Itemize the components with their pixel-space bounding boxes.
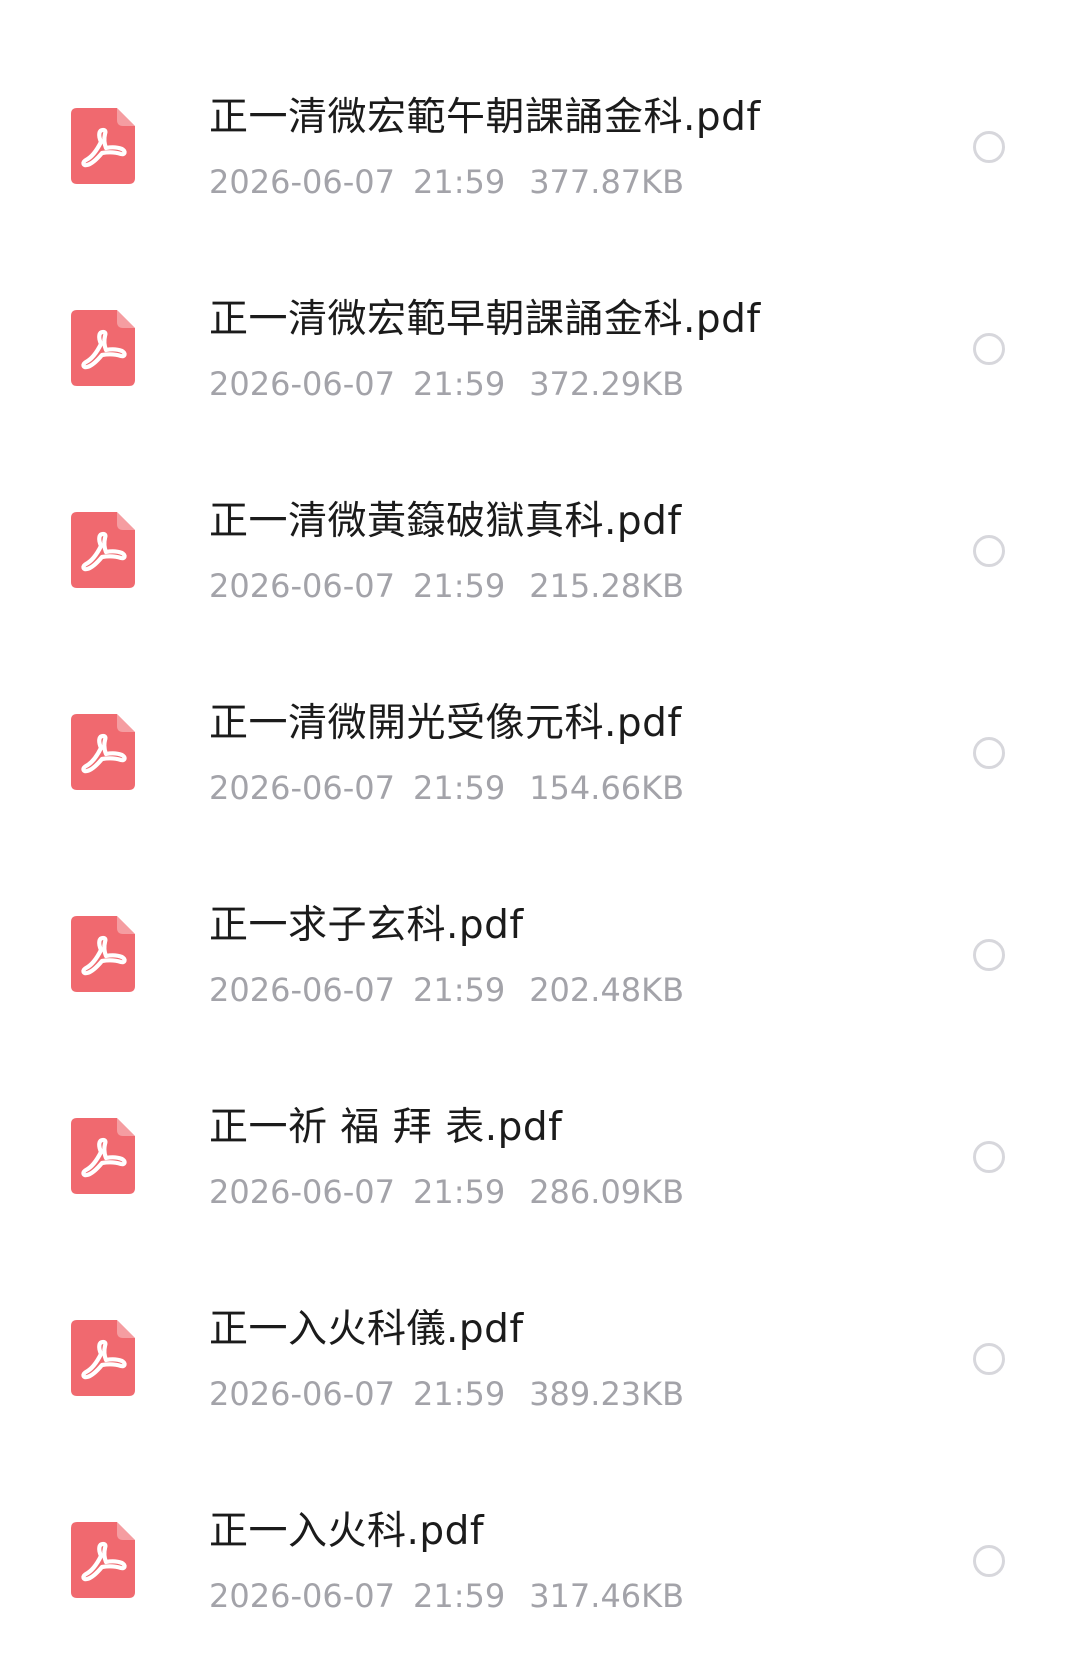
file-meta: 2026-06-07 21:59 154.66KB	[209, 768, 684, 808]
select-radio[interactable]	[973, 1343, 1005, 1375]
file-time: 21:59	[412, 769, 506, 807]
pdf-icon	[71, 916, 135, 992]
pdf-icon	[71, 1320, 135, 1396]
file-size: 215.28KB	[529, 567, 685, 605]
file-row[interactable]: 正一清微宏範午朝課誦金科.pdf 2026-06-07 21:59 377.87KB	[0, 44, 1080, 246]
file-date: 2026-06-07	[209, 971, 395, 1009]
file-size: 286.09KB	[529, 1173, 685, 1211]
file-size: 377.87KB	[529, 163, 685, 201]
file-time: 21:59	[412, 163, 506, 201]
file-meta: 2026-06-07 21:59 286.09KB	[209, 1172, 684, 1212]
file-name: 正一求子玄科.pdf	[209, 903, 524, 948]
file-name: 正一入火科.pdf	[209, 1509, 485, 1554]
file-row[interactable]: 正一清微開光受像元科.pdf 2026-06-07 21:59 154.66KB	[0, 650, 1080, 852]
file-size: 154.66KB	[529, 769, 685, 807]
file-row[interactable]: 正一清微黃籙破獄真科.pdf 2026-06-07 21:59 215.28KB	[0, 448, 1080, 650]
select-radio[interactable]	[973, 333, 1005, 365]
pdf-icon	[71, 512, 135, 588]
file-meta: 2026-06-07 21:59 317.46KB	[209, 1576, 684, 1616]
file-date: 2026-06-07	[209, 769, 395, 807]
file-date: 2026-06-07	[209, 365, 395, 403]
select-radio[interactable]	[973, 535, 1005, 567]
file-date: 2026-06-07	[209, 567, 395, 605]
file-row[interactable]: 正一清微宏範早朝課誦金科.pdf 2026-06-07 21:59 372.29KB	[0, 246, 1080, 448]
file-date: 2026-06-07	[209, 1577, 395, 1615]
file-name: 正一入火科儀.pdf	[209, 1307, 524, 1352]
file-name: 正一清微開光受像元科.pdf	[209, 701, 682, 746]
pdf-icon	[71, 714, 135, 790]
file-date: 2026-06-07	[209, 1173, 395, 1211]
file-meta: 2026-06-07 21:59 377.87KB	[209, 162, 684, 202]
select-radio[interactable]	[973, 131, 1005, 163]
file-meta: 2026-06-07 21:59 202.48KB	[209, 970, 684, 1010]
file-name: 正一祈 福 拜 表.pdf	[209, 1105, 563, 1150]
file-name: 正一清微宏範午朝課誦金科.pdf	[209, 95, 761, 140]
file-time: 21:59	[412, 365, 506, 403]
file-meta: 2026-06-07 21:59 389.23KB	[209, 1374, 684, 1414]
file-meta: 2026-06-07 21:59 215.28KB	[209, 566, 684, 606]
file-time: 21:59	[412, 567, 506, 605]
file-row[interactable]: 正一祈 福 拜 表.pdf 2026-06-07 21:59 286.09KB	[0, 1054, 1080, 1256]
file-date: 2026-06-07	[209, 1375, 395, 1413]
file-size: 389.23KB	[529, 1375, 685, 1413]
pdf-icon	[71, 310, 135, 386]
file-size: 202.48KB	[529, 971, 685, 1009]
file-row[interactable]: 正一入火科儀.pdf 2026-06-07 21:59 389.23KB	[0, 1256, 1080, 1458]
file-date: 2026-06-07	[209, 163, 395, 201]
file-time: 21:59	[412, 1577, 506, 1615]
select-radio[interactable]	[973, 1545, 1005, 1577]
file-row[interactable]: 正一入火科.pdf 2026-06-07 21:59 317.46KB	[0, 1458, 1080, 1660]
file-row[interactable]: 正一求子玄科.pdf 2026-06-07 21:59 202.48KB	[0, 852, 1080, 1054]
select-radio[interactable]	[973, 737, 1005, 769]
file-time: 21:59	[412, 1173, 506, 1211]
file-name: 正一清微黃籙破獄真科.pdf	[209, 499, 682, 544]
file-meta: 2026-06-07 21:59 372.29KB	[209, 364, 684, 404]
file-size: 317.46KB	[529, 1577, 685, 1615]
pdf-icon	[71, 1522, 135, 1598]
file-list: 正一清微宏範午朝課誦金科.pdf 2026-06-07 21:59 377.87KB…	[0, 0, 1080, 1660]
select-radio[interactable]	[973, 939, 1005, 971]
pdf-icon	[71, 1118, 135, 1194]
file-size: 372.29KB	[529, 365, 685, 403]
file-time: 21:59	[412, 971, 506, 1009]
select-radio[interactable]	[973, 1141, 1005, 1173]
file-time: 21:59	[412, 1375, 506, 1413]
file-name: 正一清微宏範早朝課誦金科.pdf	[209, 297, 761, 342]
pdf-icon	[71, 108, 135, 184]
